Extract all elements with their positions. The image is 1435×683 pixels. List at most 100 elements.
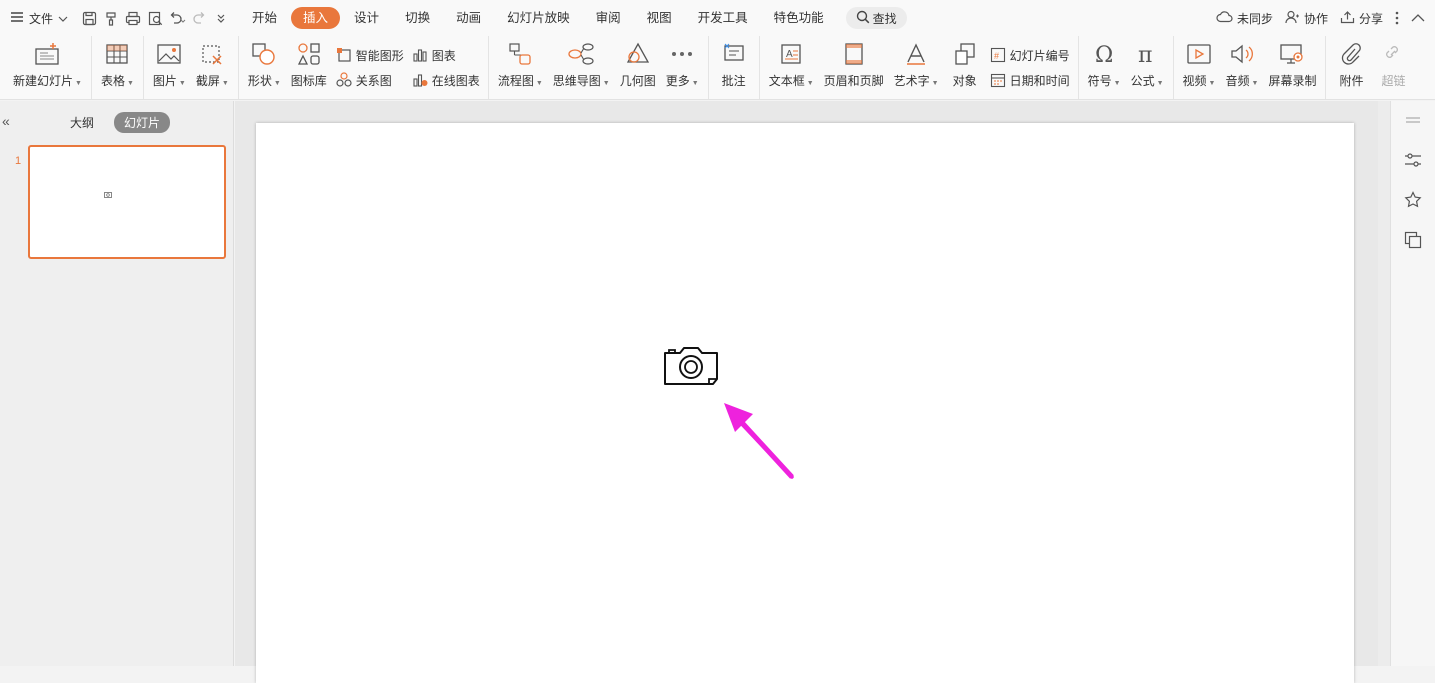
pi-icon: π <box>1133 40 1161 68</box>
mindmap-label: 思维导图 <box>552 74 601 88</box>
textbox-button[interactable]: A 文本框 ▼ <box>764 36 819 99</box>
table-icon <box>103 40 131 68</box>
sync-label: 未同步 <box>1236 11 1273 26</box>
icon-library-button[interactable]: 图标库 <box>286 36 332 99</box>
hyperlink-label: 超链 <box>1381 74 1406 88</box>
group-media: 视频 ▼ 音频 ▼ 屏幕录制 <box>1174 36 1327 99</box>
redo-icon[interactable] <box>188 7 210 29</box>
audio-button[interactable]: 音频 ▼ <box>1220 36 1263 99</box>
undo-icon[interactable] <box>166 7 188 29</box>
object-label: 对象 <box>952 74 977 88</box>
date-time-button[interactable]: 日期和时间 <box>990 72 1070 89</box>
slide-editor <box>235 101 1390 683</box>
slide-number-icon: # <box>990 47 1006 63</box>
online-chart-button[interactable]: 在线图表 <box>412 72 480 89</box>
tab-outline[interactable]: 大纲 <box>60 112 104 133</box>
comment-icon <box>720 40 748 68</box>
collaborate-button[interactable]: 协作 <box>1285 10 1328 27</box>
slide-canvas[interactable] <box>256 123 1354 683</box>
new-slide-button[interactable]: 新建幻灯片 ▼ <box>8 36 87 99</box>
search-icon <box>856 10 870 27</box>
tab-review[interactable]: 审阅 <box>584 7 633 29</box>
settings-sliders-icon[interactable] <box>1402 149 1424 171</box>
shape-label: 形状 <box>247 74 272 88</box>
smart-shape-button[interactable]: 智能图形 <box>336 47 404 64</box>
group-diagrams: 流程图 ▼ 思维导图 ▼ 几何图 更多 ▼ <box>489 36 709 99</box>
camera-icon[interactable] <box>663 345 719 390</box>
hyperlink-button[interactable]: 超链 <box>1372 36 1414 99</box>
tab-home[interactable]: 开始 <box>240 7 289 29</box>
new-slide-icon <box>33 40 61 68</box>
more-dots-icon <box>668 40 696 68</box>
slides-panel-icon[interactable] <box>1402 229 1424 251</box>
more-label: 更多 <box>665 74 690 88</box>
video-icon <box>1185 40 1213 68</box>
screenshot-icon <box>198 40 226 68</box>
shape-button[interactable]: 形状 ▼ <box>243 36 286 99</box>
slide-thumbnail[interactable] <box>28 145 226 259</box>
svg-text:π: π <box>1138 43 1152 66</box>
more-button[interactable]: 更多 ▼ <box>661 36 704 99</box>
header-footer-button[interactable]: 页眉和页脚 <box>819 36 889 99</box>
format-painter-icon[interactable] <box>100 7 122 29</box>
group-illustrations: 形状 ▼ 图标库 智能图形 关系图 图表 在线图表 <box>239 36 489 99</box>
picture-button[interactable]: 图片 ▼ <box>148 36 191 99</box>
attachment-button[interactable]: 附件 <box>1330 36 1372 99</box>
tab-view[interactable]: 视图 <box>635 7 684 29</box>
comment-label: 批注 <box>721 74 746 88</box>
collapse-pane-icon[interactable]: « <box>2 113 10 129</box>
screen-record-button[interactable]: 屏幕录制 <box>1263 36 1321 99</box>
insert-ribbon: 新建幻灯片 ▼ 表格 ▼ 图片 ▼ 截屏 ▼ 形状 ▼ 图标库 智能图形 关系图… <box>0 36 1435 100</box>
comment-button[interactable]: 批注 <box>713 36 755 99</box>
tab-features[interactable]: 特色功能 <box>762 7 836 29</box>
tab-animations[interactable]: 动画 <box>444 7 493 29</box>
print-preview-icon[interactable] <box>144 7 166 29</box>
slide-number-button[interactable]: # 幻灯片编号 <box>990 47 1070 64</box>
video-button[interactable]: 视频 ▼ <box>1178 36 1221 99</box>
tab-developer[interactable]: 开发工具 <box>686 7 760 29</box>
search-command[interactable]: 查找 <box>845 7 907 29</box>
wordart-button[interactable]: 艺术字 ▼ <box>889 36 944 99</box>
flowchart-button[interactable]: 流程图 ▼ <box>493 36 548 99</box>
star-icon[interactable] <box>1402 189 1424 211</box>
customize-quick-access-icon[interactable] <box>210 7 232 29</box>
mindmap-button[interactable]: 思维导图 ▼ <box>548 36 615 99</box>
right-task-pane <box>1390 101 1435 666</box>
share-button[interactable]: 分享 <box>1340 10 1383 27</box>
object-button[interactable]: 对象 <box>944 36 986 99</box>
tab-slideshow[interactable]: 幻灯片放映 <box>495 7 582 29</box>
date-time-label: 日期和时间 <box>1009 73 1070 88</box>
relation-chart-button[interactable]: 关系图 <box>336 72 404 89</box>
file-menu-label: 文件 <box>29 11 54 26</box>
chart-label: 图表 <box>431 48 456 63</box>
video-label: 视频 <box>1182 74 1207 88</box>
tab-design[interactable]: 设计 <box>342 7 391 29</box>
tab-transitions[interactable]: 切换 <box>393 7 442 29</box>
hamburger-icon <box>10 11 24 26</box>
geometry-button[interactable]: 几何图 <box>615 36 661 99</box>
group-links: 附件 超链 <box>1326 36 1418 99</box>
screenshot-button[interactable]: 截屏 ▼ <box>191 36 234 99</box>
vertical-scrollbar[interactable] <box>1378 101 1390 666</box>
tab-slides[interactable]: 幻灯片 <box>114 112 171 133</box>
sync-status[interactable]: 未同步 <box>1216 10 1273 27</box>
more-menu-icon[interactable] <box>1395 11 1399 25</box>
symbol-button[interactable]: Ω 符号 ▼ <box>1083 36 1126 99</box>
group-table: 表格 ▼ <box>92 36 144 99</box>
share-label: 分享 <box>1358 11 1383 26</box>
slide-thumbnail-number: 1 <box>15 155 22 167</box>
speaker-icon <box>1228 40 1256 68</box>
slide-number-label: 幻灯片编号 <box>1009 48 1070 63</box>
tab-insert[interactable]: 插入 <box>291 7 341 29</box>
group-comments: 批注 <box>709 36 760 99</box>
print-icon[interactable] <box>122 7 144 29</box>
collapse-ribbon-icon[interactable] <box>1411 14 1425 22</box>
picture-icon <box>155 40 183 68</box>
file-menu[interactable]: 文件 <box>0 0 78 36</box>
chart-button[interactable]: 图表 <box>412 47 480 64</box>
svg-text:Ω: Ω <box>1095 43 1113 66</box>
table-button[interactable]: 表格 ▼ <box>96 36 139 99</box>
save-icon[interactable] <box>78 7 100 29</box>
formula-button[interactable]: π 公式 ▼ <box>1126 36 1169 99</box>
drag-handle-icon[interactable] <box>1402 109 1424 131</box>
